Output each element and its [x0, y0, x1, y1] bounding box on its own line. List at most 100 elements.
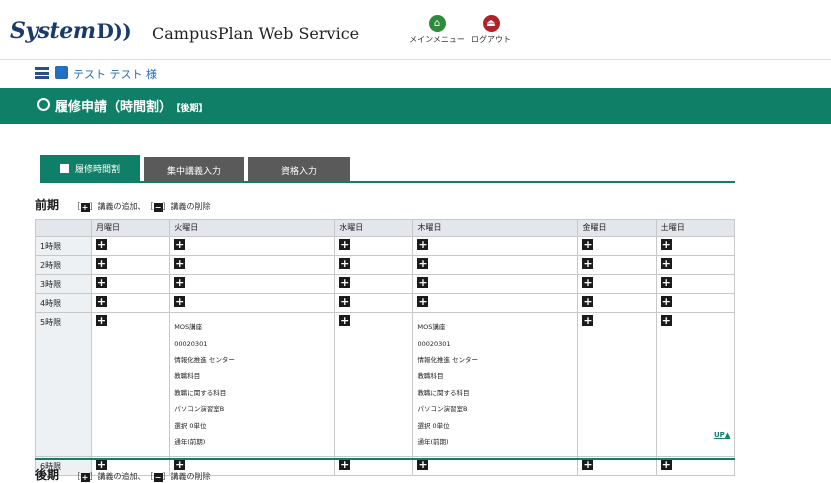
- course-entry[interactable]: MOS講座 00020301 情報化推進 センター 教職科目 教職に関する科目 …: [417, 315, 573, 454]
- add-course-icon[interactable]: +: [660, 315, 672, 326]
- course-credit: 選択 0単位: [174, 421, 207, 430]
- logo-mark: D)): [96, 19, 132, 43]
- slot-cell: +: [90, 311, 171, 458]
- slot-cell: +: [169, 293, 336, 313]
- add-course-icon[interactable]: +: [417, 258, 429, 269]
- slot-cell: +: [577, 255, 657, 275]
- add-course-icon[interactable]: +: [96, 296, 107, 307]
- day-header: 木曜日: [412, 219, 579, 237]
- course-entry[interactable]: MOS講座 00020301 情報化推進 センター 教職科目 教職に関する科目 …: [174, 315, 330, 454]
- add-course-icon[interactable]: +: [174, 296, 186, 307]
- add-course-icon[interactable]: +: [96, 239, 107, 250]
- add-legend-icon: +: [80, 473, 90, 482]
- day-header: 火曜日: [169, 219, 336, 237]
- logo-text: System: [10, 18, 96, 44]
- add-course-icon[interactable]: +: [96, 258, 107, 269]
- slot-cell: +: [169, 255, 336, 275]
- legend-note: ［+］講義の追加、 ［−］講義の削除: [72, 472, 211, 482]
- slot-cell: +: [334, 236, 414, 256]
- tab-label: 履修時間割: [74, 165, 120, 175]
- add-course-icon[interactable]: +: [582, 459, 594, 471]
- logout-icon: ⏏: [482, 15, 500, 32]
- table-row: 3時限 + + + + + +: [35, 274, 736, 294]
- add-course-icon[interactable]: +: [582, 315, 594, 326]
- add-course-icon[interactable]: +: [417, 277, 429, 288]
- period-label: 5時限: [35, 311, 92, 458]
- add-course-icon[interactable]: +: [660, 459, 672, 471]
- scroll-up-link[interactable]: UP▲: [714, 431, 730, 439]
- up-label: UP: [714, 431, 725, 439]
- section-divider: [35, 458, 735, 460]
- period-label: 2時限: [35, 255, 92, 275]
- day-header: 水曜日: [334, 219, 414, 237]
- add-course-icon[interactable]: +: [417, 296, 429, 307]
- first-term-heading: 前期 ［+］講義の追加、 ［−］講義の削除: [35, 196, 211, 213]
- course-room: パソコン演習室B: [174, 405, 225, 414]
- tab-timetable[interactable]: 履修時間割: [40, 155, 140, 181]
- menu-list-icon[interactable]: [35, 67, 49, 79]
- add-course-icon[interactable]: +: [417, 239, 429, 250]
- add-course-icon[interactable]: +: [339, 277, 351, 288]
- user-icon: 👤: [55, 66, 68, 79]
- add-course-icon[interactable]: +: [174, 258, 186, 269]
- add-course-icon[interactable]: +: [417, 459, 429, 471]
- slot-cell: +: [169, 274, 336, 294]
- course-name: MOS講座: [174, 323, 203, 332]
- course-cell[interactable]: MOS講座 00020301 情報化推進 センター 教職科目 教職に関する科目 …: [169, 311, 336, 458]
- table-row: 5時限 + MOS講座 00020301 情報化推進 センター 教職科目 教職に…: [35, 311, 736, 458]
- tab-intensive[interactable]: 集中講義入力: [144, 157, 244, 181]
- period-label: 3時限: [35, 274, 92, 294]
- add-course-icon[interactable]: +: [174, 277, 186, 288]
- slot-cell: +: [655, 255, 736, 275]
- add-course-icon[interactable]: +: [96, 315, 107, 326]
- document-icon: [59, 164, 69, 173]
- add-course-icon[interactable]: +: [660, 296, 672, 307]
- add-course-icon[interactable]: +: [96, 277, 107, 288]
- course-cell[interactable]: MOS講座 00020301 情報化推進 センター 教職科目 教職に関する科目 …: [412, 311, 579, 458]
- add-course-icon[interactable]: +: [339, 296, 351, 307]
- slot-cell: +: [90, 236, 171, 256]
- table-header-row: 月曜日 火曜日 水曜日 木曜日 金曜日 土曜日: [35, 219, 736, 237]
- table-row: 4時限 + + + + + +: [35, 293, 736, 313]
- service-name: CampusPlan Web Service: [152, 24, 360, 43]
- add-course-icon[interactable]: +: [660, 258, 672, 269]
- tab-label: 資格入力: [280, 167, 317, 177]
- header: SystemD)) CampusPlan Web Service ⌂ メインメニ…: [0, 0, 831, 60]
- slot-cell: +: [412, 274, 579, 294]
- add-course-icon[interactable]: +: [339, 239, 351, 250]
- corner-cell: [35, 219, 92, 237]
- slot-cell: +: [169, 236, 336, 256]
- page-title-text: 履修申請（時間割）: [55, 100, 173, 115]
- add-course-icon[interactable]: +: [174, 239, 186, 250]
- remove-legend-icon: −: [153, 473, 163, 482]
- day-header: 金曜日: [577, 219, 657, 237]
- add-course-icon[interactable]: +: [660, 239, 672, 250]
- add-course-icon[interactable]: +: [339, 459, 351, 471]
- add-course-icon[interactable]: +: [339, 315, 351, 326]
- slot-cell: +: [577, 274, 657, 294]
- slot-cell: +: [90, 274, 171, 294]
- term-label: 前期: [35, 198, 60, 212]
- page: SystemD)) CampusPlan Web Service ⌂ メインメニ…: [0, 0, 831, 483]
- tab-qualification[interactable]: 資格入力: [248, 157, 350, 181]
- course-category2: 教職に関する科目: [417, 388, 470, 397]
- day-header: 月曜日: [90, 219, 171, 237]
- add-course-icon[interactable]: +: [582, 277, 594, 288]
- add-course-icon[interactable]: +: [582, 239, 594, 250]
- add-course-icon[interactable]: +: [582, 296, 594, 307]
- user-name: テスト テスト 様: [73, 68, 157, 81]
- table-row: 1時限 + + + + + +: [35, 236, 736, 256]
- logout-button[interactable]: ⏏ ログアウト: [456, 15, 526, 45]
- slot-cell: +: [334, 293, 414, 313]
- add-course-icon[interactable]: +: [660, 277, 672, 288]
- remove-note: 講義の削除: [170, 472, 211, 481]
- slot-cell: +: [334, 274, 414, 294]
- slot-cell: +: [655, 236, 736, 256]
- course-name: MOS講座: [417, 323, 446, 332]
- course-category: 教職科目: [417, 372, 444, 381]
- page-title: 履修申請（時間割） 【後期】: [55, 96, 208, 115]
- system-logo: SystemD)): [10, 18, 132, 44]
- add-course-icon[interactable]: +: [582, 258, 594, 269]
- add-course-icon[interactable]: +: [339, 258, 351, 269]
- home-icon: ⌂: [428, 15, 446, 32]
